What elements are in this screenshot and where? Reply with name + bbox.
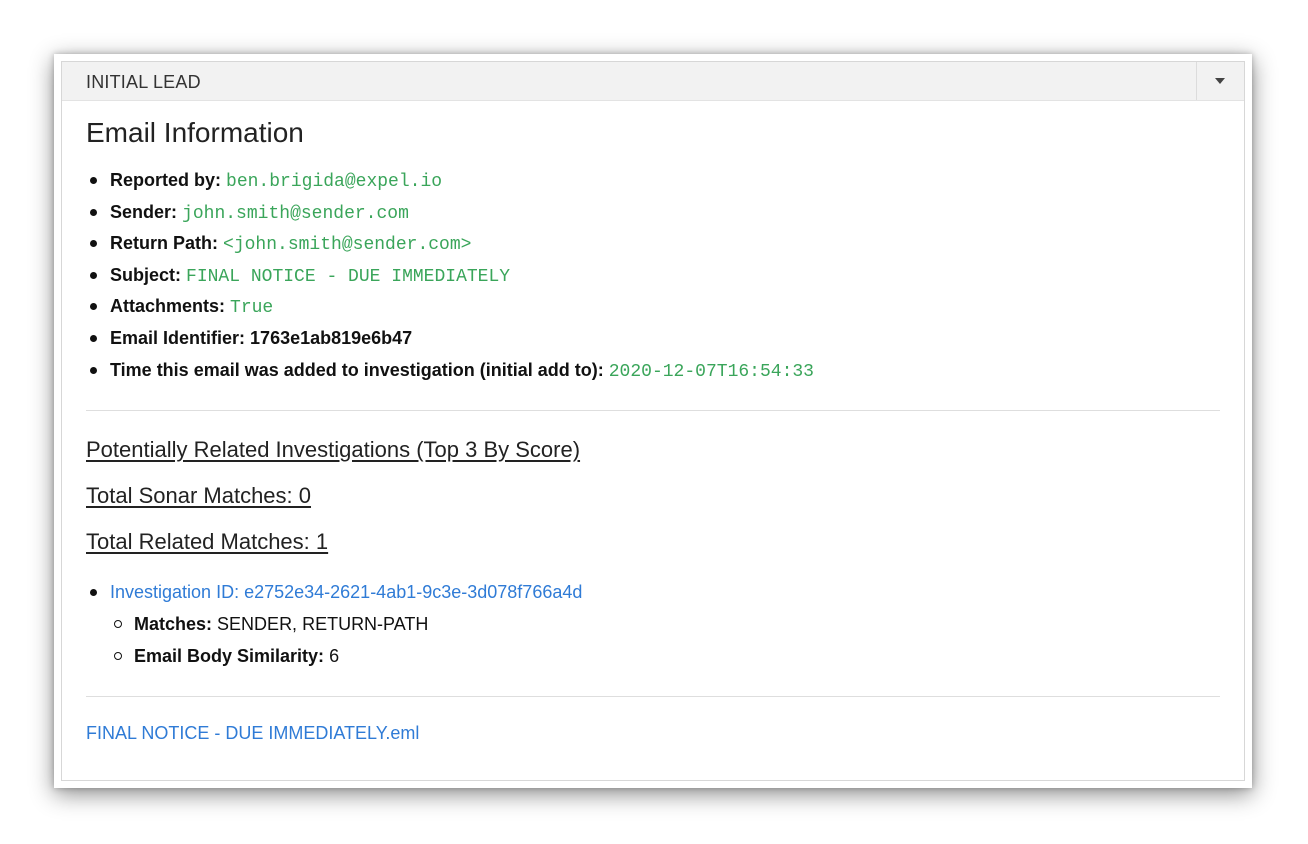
total-related-matches[interactable]: Total Related Matches: 1 xyxy=(86,529,328,555)
list-item-reported-by: Reported by: ben.brigida@expel.io xyxy=(90,165,1220,197)
caret-down-icon xyxy=(1215,78,1225,84)
sender-label: Sender: xyxy=(110,201,178,222)
list-item-attachments: Attachments: True xyxy=(90,291,1220,323)
matches-item: Matches: SENDER, RETURN-PATH xyxy=(114,608,1220,640)
return-path-label: Return Path: xyxy=(110,233,218,254)
attachments-value: True xyxy=(230,298,274,319)
return-path-value: <john.smith@sender.com> xyxy=(223,235,472,256)
time-added-value: 2020-12-07T16:54:33 xyxy=(608,361,814,382)
list-item-subject: Subject: FINAL NOTICE - DUE IMMEDIATELY xyxy=(90,260,1220,292)
reported-by-value: ben.brigida@expel.io xyxy=(226,172,443,192)
list-item-return-path: Return Path: <john.smith@sender.com> xyxy=(90,228,1220,260)
email-identifier-label: Email Identifier: xyxy=(110,327,246,348)
divider xyxy=(86,696,1220,698)
email-information-heading: Email Information xyxy=(86,117,304,148)
similarity-item: Email Body Similarity: 6 xyxy=(114,640,1220,672)
similarity-label: Email Body Similarity: xyxy=(134,646,325,667)
subject-label: Subject: xyxy=(110,264,182,285)
similarity-value: 6 xyxy=(329,646,340,667)
sender-value: john.smith@sender.com xyxy=(182,203,409,224)
attachments-label: Attachments: xyxy=(110,296,226,317)
reported-by-label: Reported by: xyxy=(110,170,222,190)
investigation-id-link[interactable]: Investigation ID: e2752e34-2621-4ab1-9c3… xyxy=(110,582,582,602)
related-investigations-list: Investigation ID: e2752e34-2621-4ab1-9c3… xyxy=(86,577,1220,672)
panel-toggle-button[interactable] xyxy=(1196,62,1244,100)
panel: INITIAL LEAD Email Information Reported … xyxy=(61,61,1245,781)
panel-title: INITIAL LEAD xyxy=(86,72,201,92)
subject-value: FINAL NOTICE - DUE IMMEDIATELY xyxy=(186,266,511,287)
list-item-email-identifier: Email Identifier: 1763e1ab819e6b47 xyxy=(90,323,1220,355)
matches-value: SENDER, RETURN-PATH xyxy=(217,614,429,635)
investigation-details: Matches: SENDER, RETURN-PATH Email Body … xyxy=(110,608,1220,672)
total-sonar-matches[interactable]: Total Sonar Matches: 0 xyxy=(86,483,311,509)
panel-body: Email Information Reported by: ben.brigi… xyxy=(86,100,1220,744)
related-investigations-title[interactable]: Potentially Related Investigations (Top … xyxy=(86,437,580,463)
divider xyxy=(86,410,1220,412)
time-added-label: Time this email was added to investigati… xyxy=(110,359,604,380)
list-item-time-added: Time this email was added to investigati… xyxy=(90,355,1220,387)
investigation-item: Investigation ID: e2752e34-2621-4ab1-9c3… xyxy=(90,577,1220,672)
panel-header[interactable]: INITIAL LEAD xyxy=(62,62,1244,101)
matches-label: Matches: xyxy=(134,614,213,635)
eml-file-link[interactable]: FINAL NOTICE - DUE IMMEDIATELY.eml xyxy=(86,723,419,744)
initial-lead-card: INITIAL LEAD Email Information Reported … xyxy=(54,54,1252,788)
email-identifier-value: 1763e1ab819e6b47 xyxy=(250,327,413,348)
email-info-list: Reported by: ben.brigida@expel.io Sender… xyxy=(86,165,1220,386)
list-item-sender: Sender: john.smith@sender.com xyxy=(90,197,1220,229)
